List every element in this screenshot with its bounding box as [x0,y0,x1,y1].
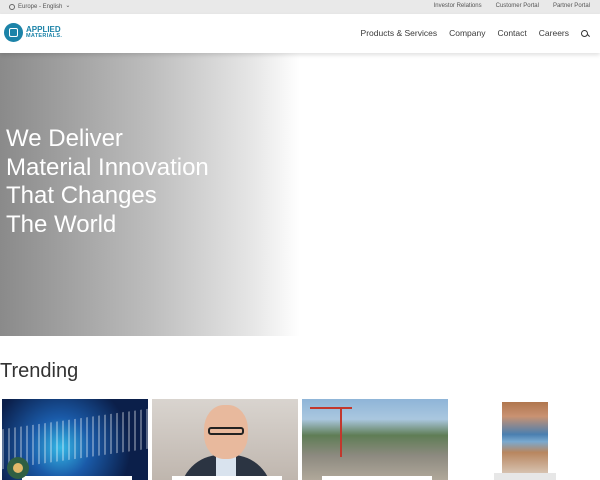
logo-text: APPLIED MATERIALS. [26,24,63,40]
hero-line: That Changes [6,182,157,209]
hero-line: We Deliver [6,125,123,152]
cookie-settings-button[interactable] [7,457,29,479]
trending-heading: Trending [0,360,79,382]
card-caption-tab [322,476,432,480]
card-caption-tab [22,476,132,480]
nav-products-services[interactable]: Products & Services [361,28,438,38]
primary-menu: Products & Services Company Contact Care… [361,28,588,38]
chevron-down-icon: ⌄ [65,3,71,9]
partner-portal-link[interactable]: Partner Portal [553,3,590,9]
hero-line: The World [6,210,117,238]
hero-title: We Deliver Material Innovation That Chan… [6,125,209,239]
crane-jib [310,407,352,409]
locale-selector[interactable]: Europe - English ⌄ [9,3,70,10]
locale-label: Europe - English [18,3,63,10]
main-nav: APPLIED MATERIALS. Products & Services C… [0,14,600,53]
nav-careers[interactable]: Careers [539,28,569,38]
cookie-icon [13,463,23,473]
chip-stack-base [494,473,556,480]
utility-bar: Europe - English ⌄ Investor Relations Cu… [0,0,600,14]
chip-stack-image [502,402,548,474]
search-icon[interactable] [581,29,588,37]
logo-line1: APPLIED [26,24,61,34]
crane-mast [340,407,342,457]
trending-card-portrait[interactable] [152,399,298,480]
utility-links: Investor Relations Customer Portal Partn… [434,3,590,9]
portrait-glasses [208,427,244,435]
nav-company[interactable]: Company [449,28,485,38]
hero-banner: We Deliver Material Innovation That Chan… [0,53,600,336]
investor-relations-link[interactable]: Investor Relations [434,3,482,9]
trending-card-construction[interactable] [302,399,448,480]
customer-portal-link[interactable]: Customer Portal [496,3,539,9]
card-caption-tab [172,476,282,480]
nav-contact[interactable]: Contact [497,28,526,38]
logo[interactable]: APPLIED MATERIALS. [4,23,62,42]
logo-line2: MATERIALS. [26,32,63,39]
globe-icon [9,3,15,10]
trending-card-chip-stack[interactable] [458,399,600,480]
hero-line: Material Innovation [6,153,209,181]
logo-mark-icon [4,23,23,42]
